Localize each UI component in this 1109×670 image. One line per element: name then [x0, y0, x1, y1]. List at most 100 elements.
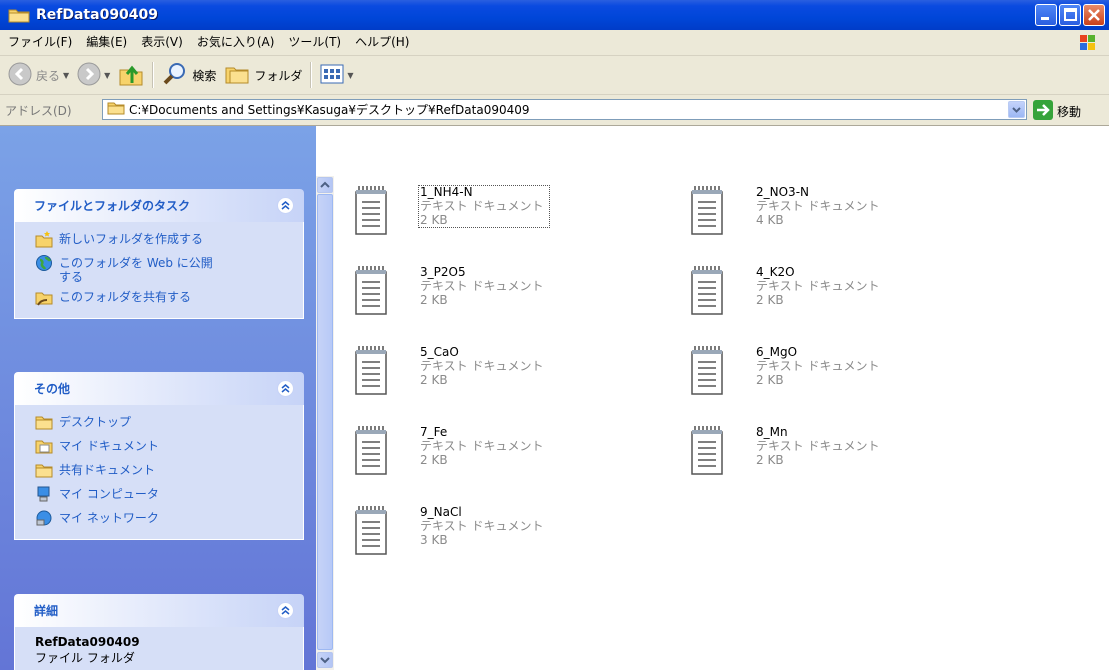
vertical-scrollbar[interactable]: [316, 176, 334, 670]
menu-file[interactable]: ファイル(F): [0, 30, 79, 55]
my-documents-icon: [35, 437, 53, 455]
details-header[interactable]: 詳細: [14, 594, 304, 627]
address-input[interactable]: C:¥Documents and Settings¥Kasuga¥デスクトップ¥…: [102, 99, 1027, 120]
collapse-icon[interactable]: [277, 602, 294, 619]
panel-title: 詳細: [34, 604, 59, 618]
toolbar-separator: [152, 62, 155, 88]
focus-rectangle: [418, 185, 550, 228]
menu-help[interactable]: ヘルプ(H): [348, 30, 416, 55]
folders-button[interactable]: フォルダ: [220, 59, 306, 91]
file-size: 3 KB: [420, 533, 448, 547]
forward-button[interactable]: ▼: [73, 59, 114, 91]
menu-edit[interactable]: 編集(E): [79, 30, 134, 55]
file-folder-tasks-panel: ファイルとフォルダのタスク 新しいフォルダを作成する このフォルダを Web に…: [14, 189, 304, 319]
file-type: テキスト ドキュメント: [420, 439, 544, 453]
file-size: 2 KB: [420, 373, 448, 387]
file-item[interactable]: 3_P2O5 テキスト ドキュメント 2 KB: [334, 256, 624, 326]
file-name: 3_P2O5: [420, 265, 466, 279]
scroll-thumb[interactable]: [317, 194, 333, 650]
go-label: 移動: [1057, 105, 1082, 119]
file-name: 9_NaCl: [420, 505, 462, 519]
shared-documents-link[interactable]: 共有ドキュメント: [15, 459, 303, 483]
file-type: テキスト ドキュメント: [756, 359, 880, 373]
file-item[interactable]: 6_MgO テキスト ドキュメント 2 KB: [670, 336, 960, 406]
file-item[interactable]: 8_Mn テキスト ドキュメント 2 KB: [670, 416, 960, 486]
publish-web-task[interactable]: このフォルダを Web に公開 する: [15, 252, 303, 286]
back-arrow-icon: [8, 62, 32, 89]
address-label: アドレス(D): [5, 103, 72, 118]
back-button[interactable]: 戻る ▼: [4, 59, 73, 91]
notepad-icon: [354, 264, 390, 316]
other-places-header[interactable]: その他: [14, 372, 304, 405]
minimize-button[interactable]: [1035, 4, 1057, 26]
file-type: テキスト ドキュメント: [420, 279, 544, 293]
folder-icon: [8, 7, 30, 23]
other-places-panel: その他 デスクトップ マイ ドキュメント 共有ドキュメント マイ コンピュータ: [14, 372, 304, 540]
folders-icon: [224, 63, 250, 88]
views-icon: [320, 64, 344, 87]
new-folder-task[interactable]: 新しいフォルダを作成する: [15, 228, 303, 252]
toolbar-separator: [310, 62, 313, 88]
desktop-link[interactable]: デスクトップ: [15, 411, 303, 435]
file-item[interactable]: 9_NaCl テキスト ドキュメント 3 KB: [334, 496, 624, 566]
panel-title: ファイルとフォルダのタスク: [34, 199, 191, 213]
file-item[interactable]: 5_CaO テキスト ドキュメント 2 KB: [334, 336, 624, 406]
folders-label: フォルダ: [254, 68, 303, 83]
scroll-up-button[interactable]: [317, 177, 333, 193]
views-button[interactable]: ▼: [316, 59, 357, 91]
up-folder-icon: [118, 61, 144, 90]
go-arrow-icon: [1033, 100, 1053, 123]
file-name: 4_K2O: [756, 265, 795, 279]
folder-icon: [35, 461, 53, 479]
file-item[interactable]: 7_Fe テキスト ドキュメント 2 KB: [334, 416, 624, 486]
menu-favorites[interactable]: お気に入り(A): [190, 30, 282, 55]
file-size: 2 KB: [756, 453, 784, 467]
forward-arrow-icon: [77, 62, 101, 89]
address-path: C:¥Documents and Settings¥Kasuga¥デスクトップ¥…: [129, 103, 530, 117]
share-folder-icon: [35, 288, 53, 306]
file-size: 2 KB: [420, 453, 448, 467]
windows-logo-icon: [1079, 34, 1097, 52]
address-bar: アドレス(D) C:¥Documents and Settings¥Kasuga…: [0, 95, 1109, 126]
collapse-icon[interactable]: [277, 197, 294, 214]
notepad-icon: [690, 344, 726, 396]
file-item[interactable]: 2_NO3-N テキスト ドキュメント 4 KB: [670, 176, 960, 246]
search-button[interactable]: 検索: [158, 59, 220, 91]
forward-dropdown-icon[interactable]: ▼: [104, 71, 110, 80]
close-button[interactable]: [1083, 4, 1105, 26]
title-bar[interactable]: RefData090409: [0, 0, 1109, 30]
address-dropdown-icon[interactable]: [1008, 101, 1025, 118]
share-folder-task[interactable]: このフォルダを共有する: [15, 286, 303, 310]
network-icon: [35, 509, 53, 527]
file-name: 2_NO3-N: [756, 185, 809, 199]
scroll-down-button[interactable]: [317, 652, 333, 668]
details-name: RefData090409: [35, 635, 140, 649]
folder-icon: [35, 413, 53, 431]
go-button[interactable]: 移動: [1033, 100, 1081, 123]
menu-view[interactable]: 表示(V): [134, 30, 190, 55]
file-type: テキスト ドキュメント: [756, 199, 880, 213]
notepad-icon: [354, 344, 390, 396]
file-size: 2 KB: [756, 373, 784, 387]
my-computer-link[interactable]: マイ コンピュータ: [15, 483, 303, 507]
folder-icon: [107, 101, 125, 118]
file-name: 7_Fe: [420, 425, 448, 439]
file-folder-tasks-header[interactable]: ファイルとフォルダのタスク: [14, 189, 304, 222]
details-panel: 詳細 RefData090409 ファイル フォルダ: [14, 594, 304, 670]
my-network-link[interactable]: マイ ネットワーク: [15, 507, 303, 531]
notepad-icon: [690, 264, 726, 316]
file-type: テキスト ドキュメント: [420, 359, 544, 373]
views-dropdown-icon[interactable]: ▼: [347, 71, 353, 80]
maximize-button[interactable]: [1059, 4, 1081, 26]
back-dropdown-icon[interactable]: ▼: [63, 71, 69, 80]
window-title: RefData090409: [36, 7, 159, 23]
my-documents-link[interactable]: マイ ドキュメント: [15, 435, 303, 459]
computer-icon: [35, 485, 53, 503]
up-folder-button[interactable]: [114, 59, 148, 91]
notepad-icon: [690, 424, 726, 476]
file-item[interactable]: 1_NH4-N テキスト ドキュメント 2 KB: [334, 176, 624, 246]
collapse-icon[interactable]: [277, 380, 294, 397]
file-list: 1_NH4-N テキスト ドキュメント 2 KB 2_NO3-N テキスト ドキュメント…: [334, 176, 1109, 670]
menu-tools[interactable]: ツール(T): [281, 30, 348, 55]
file-item[interactable]: 4_K2O テキスト ドキュメント 2 KB: [670, 256, 960, 326]
